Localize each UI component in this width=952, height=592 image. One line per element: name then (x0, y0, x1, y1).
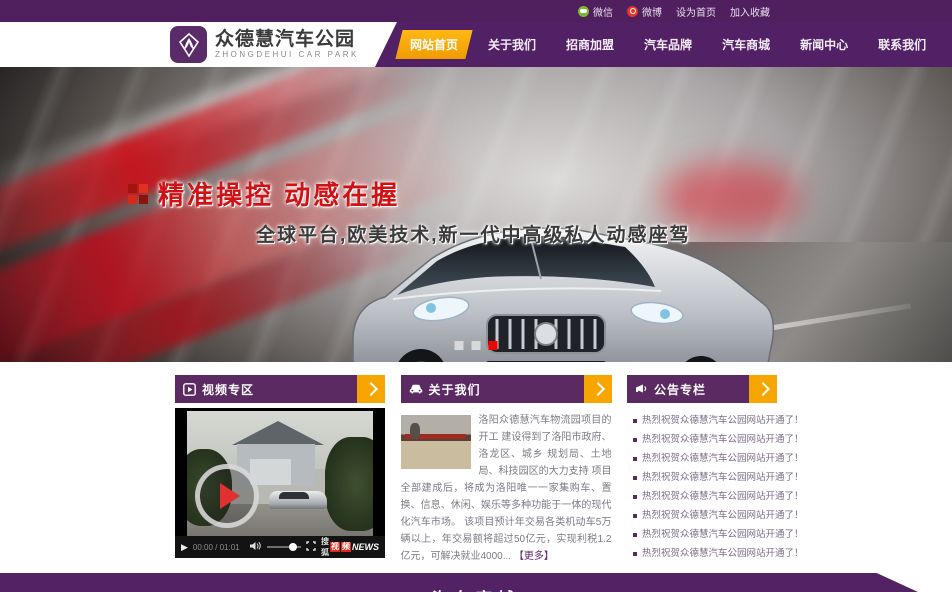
video-thumbnail[interactable] (187, 411, 373, 536)
bullet-icon (633, 419, 637, 423)
topbar: 微信 微博 设为首页 加入收藏 (0, 0, 952, 23)
sohu-video-logo: 搜狐 视 频 NEWS (321, 536, 379, 558)
video-thumb-garage (250, 459, 291, 485)
wechat-link[interactable]: 微信 (578, 4, 613, 19)
car-icon (409, 383, 423, 395)
logo-lotus-icon (170, 26, 207, 63)
volume-icon[interactable] (250, 538, 262, 556)
fullscreen-icon[interactable] (306, 538, 316, 556)
megaphone-icon (635, 383, 648, 395)
notice-panel: 公告专栏 热烈祝贺众德慧汽车公园网站开通了！ 热烈祝贺众德慧汽车公园网站开通了！… (627, 375, 777, 567)
red-squares-icon (128, 184, 148, 204)
notice-panel-header: 公告专栏 (627, 375, 777, 403)
weibo-icon (627, 6, 638, 17)
wechat-label[interactable]: 微信 (593, 4, 613, 19)
bullet-icon (633, 495, 637, 499)
slider-dot-3-active[interactable] (489, 341, 498, 350)
page: 微信 微博 设为首页 加入收藏 众德慧汽车公园 (0, 0, 952, 592)
about-panel-header: 关于我们 (401, 375, 612, 403)
slider-pagination (455, 341, 498, 350)
notice-panel-title: 公告专栏 (654, 381, 706, 398)
logo[interactable]: 众德慧汽车公园 ZHONGDEHUI CAR PARK (170, 26, 359, 63)
about-more-link[interactable]: 【更多】 (514, 551, 554, 562)
video-panel-title: 视频专区 (202, 381, 254, 398)
content-panels: 视频专区 ▶ 00:00 / 01:01 (175, 375, 777, 567)
video-icon (183, 383, 196, 396)
nav-item-news[interactable]: 新闻中心 (789, 30, 859, 59)
bullet-icon (633, 457, 637, 461)
footer-section-banner: 汽车商城 (0, 573, 918, 592)
video-panel-header: 视频专区 (175, 375, 385, 403)
nav-item-contact[interactable]: 联系我们 (867, 30, 937, 59)
notice-item[interactable]: 热烈祝贺众德慧汽车公园网站开通了！ (633, 491, 777, 503)
volume-slider-handle[interactable] (289, 543, 297, 551)
notice-item[interactable]: 热烈祝贺众德慧汽车公园网站开通了！ (633, 472, 777, 484)
main-nav: 网站首页 关于我们 招商加盟 汽车品牌 汽车商城 新闻中心 联系我们 (375, 22, 952, 67)
nav-item-home[interactable]: 网站首页 (395, 30, 472, 59)
bullet-icon (633, 438, 637, 442)
notice-more-arrow-button[interactable] (749, 375, 777, 403)
video-play-control[interactable]: ▶ (181, 543, 188, 552)
notice-item[interactable]: 热烈祝贺众德慧汽车公园网站开通了！ (633, 415, 777, 427)
about-photo (401, 415, 471, 469)
footer-section-title: 汽车商城 (432, 585, 520, 592)
video-thumb-bush (325, 437, 373, 531)
set-homepage-link[interactable]: 设为首页 (676, 4, 716, 19)
hero-caption: 精准操控 动感在握 全球平台,欧美技术,新一代中高级私人动感座驾 (128, 175, 691, 247)
notice-item[interactable]: 热烈祝贺众德慧汽车公园网站开通了！ (633, 510, 777, 522)
about-more-arrow-button[interactable] (584, 375, 612, 403)
about-body: 洛阳众德慧汽车物流园项目的开工 建设得到了洛阳市政府、洛龙区、城乡 规划局、土地… (401, 412, 612, 565)
notice-item[interactable]: 热烈祝贺众德慧汽车公园网站开通了！ (633, 548, 777, 560)
weibo-label[interactable]: 微博 (642, 4, 662, 19)
video-time: 00:00 / 01:01 (193, 543, 240, 552)
nav-item-join[interactable]: 招商加盟 (555, 30, 625, 59)
weibo-link[interactable]: 微博 (627, 4, 662, 19)
video-thumb-car (269, 491, 327, 509)
bullet-icon (633, 514, 637, 518)
header: 众德慧汽车公园 ZHONGDEHUI CAR PARK 网站首页 关于我们 招商… (0, 22, 952, 67)
bullet-icon (633, 476, 637, 480)
notice-item[interactable]: 热烈祝贺众德慧汽车公园网站开通了！ (633, 434, 777, 446)
video-thumb-roof (232, 421, 324, 445)
hero-subline: 全球平台,欧美技术,新一代中高级私人动感座驾 (256, 220, 691, 247)
logo-subtitle: ZHONGDEHUI CAR PARK (215, 50, 359, 60)
hero-headline: 精准操控 动感在握 (158, 175, 400, 212)
wechat-icon (578, 6, 589, 17)
notice-list: 热烈祝贺众德慧汽车公园网站开通了！ 热烈祝贺众德慧汽车公园网站开通了！ 热烈祝贺… (627, 415, 777, 567)
hero-banner: 精准操控 动感在握 全球平台,欧美技术,新一代中高级私人动感座驾 (0, 67, 952, 362)
bullet-icon (633, 533, 637, 537)
video-panel: 视频专区 ▶ 00:00 / 01:01 (175, 375, 385, 567)
nav-item-about[interactable]: 关于我们 (477, 30, 547, 59)
topbar-links: 微信 微博 设为首页 加入收藏 (578, 0, 770, 22)
video-player: ▶ 00:00 / 01:01 搜狐 视 频 NEWS (175, 408, 385, 558)
nav-item-mall[interactable]: 汽车商城 (711, 30, 781, 59)
notice-item[interactable]: 热烈祝贺众德慧汽车公园网站开通了！ (633, 529, 777, 541)
add-favorites-link[interactable]: 加入收藏 (730, 4, 770, 19)
about-panel: 关于我们 洛阳众德慧汽车物流园项目的开工 建设得到了洛阳市政府、洛龙区、城乡 规… (401, 375, 612, 567)
nav-item-brands[interactable]: 汽车品牌 (633, 30, 703, 59)
video-big-play-button[interactable] (195, 464, 259, 528)
bullet-icon (633, 552, 637, 556)
notice-item[interactable]: 热烈祝贺众德慧汽车公园网站开通了！ (633, 453, 777, 465)
volume-slider[interactable] (267, 546, 301, 548)
slider-dot-2[interactable] (472, 341, 481, 350)
about-panel-title: 关于我们 (429, 381, 481, 398)
logo-title: 众德慧汽车公园 (215, 29, 359, 50)
video-controls: ▶ 00:00 / 01:01 搜狐 视 频 NEWS (175, 536, 385, 558)
slider-dot-1[interactable] (455, 341, 464, 350)
video-more-arrow-button[interactable] (357, 375, 385, 403)
